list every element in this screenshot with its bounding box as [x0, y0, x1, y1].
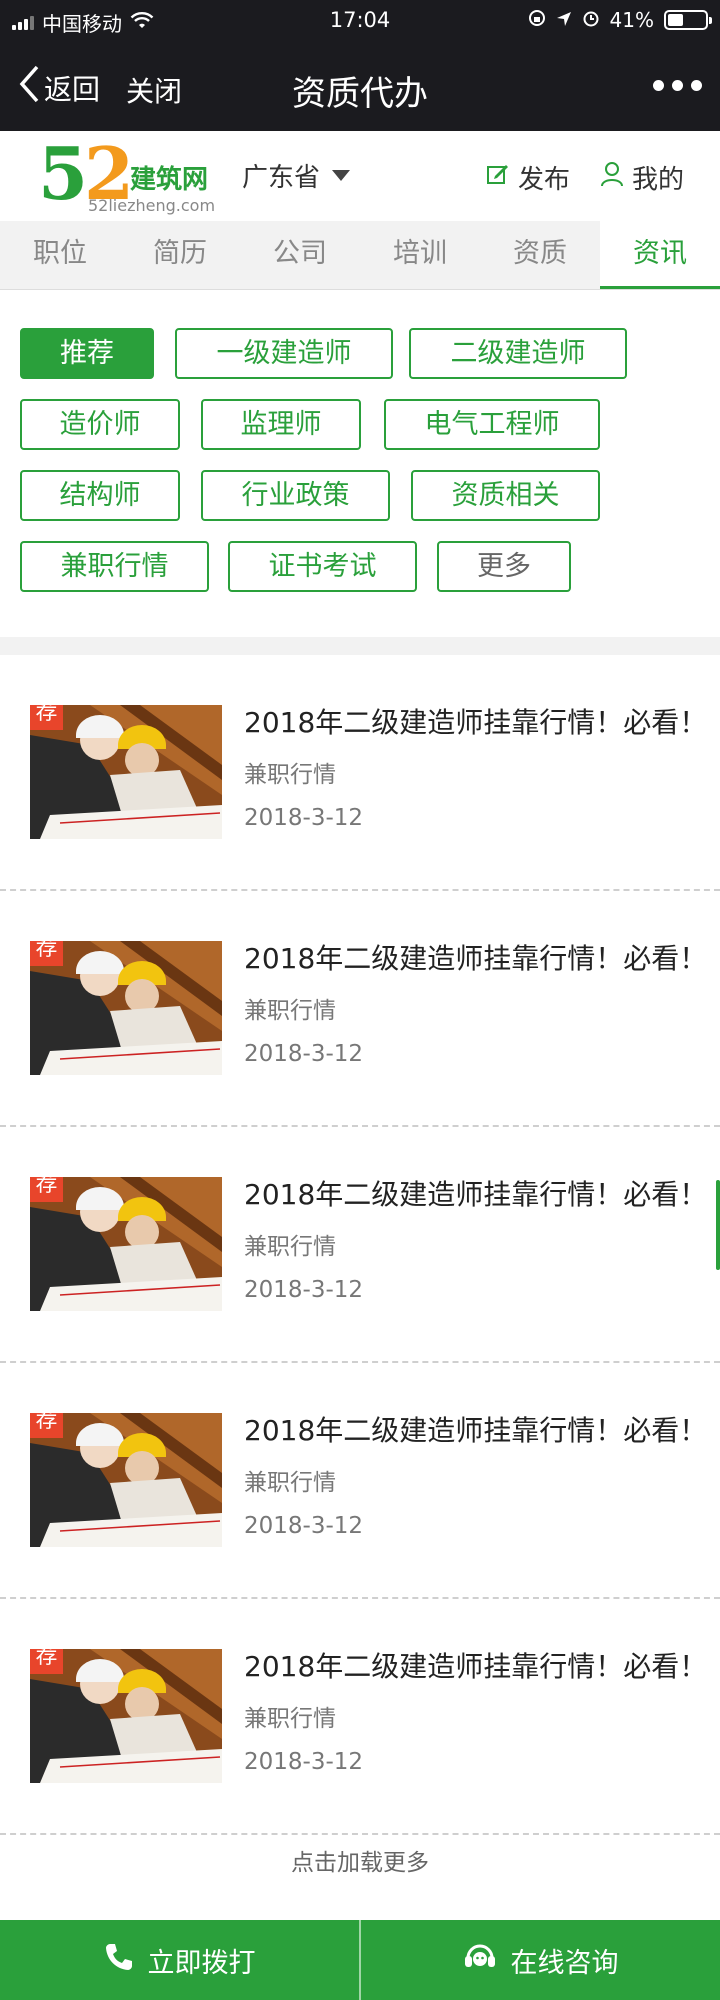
- publish-button[interactable]: 发布: [486, 159, 570, 196]
- tag-filter-panel: 推荐 一级建造师 二级建造师 造价师 监理师 电气工程师 结构师 行业政策 资质…: [0, 290, 720, 637]
- call-now-button[interactable]: 立即拨打: [0, 1920, 359, 2000]
- article-list: 荐 2018年二级建造师挂靠行情！必看！ 兼职行情 2018-3-12 荐 20…: [0, 655, 720, 1835]
- online-consult-label: 在线咨询: [510, 1947, 619, 1979]
- article-thumbnail: 荐: [30, 705, 222, 839]
- article-thumbnail: 荐: [30, 1177, 222, 1311]
- tag-structural-engineer[interactable]: 结构师: [20, 470, 180, 521]
- article-date: 2018-3-12: [244, 1041, 364, 1067]
- publish-label: 发布: [518, 165, 571, 195]
- article-date: 2018-3-12: [244, 1749, 364, 1775]
- bottom-action-bar: 立即拨打 在线咨询: [0, 1920, 720, 2000]
- recommended-badge: 荐: [30, 941, 63, 966]
- tag-cost-engineer[interactable]: 造价师: [20, 399, 180, 450]
- lock-rotation-icon: [528, 8, 546, 32]
- article-thumbnail: 荐: [30, 941, 222, 1075]
- logo-domain: 52liezheng.com: [88, 196, 216, 215]
- tab-jobs[interactable]: 职位: [0, 221, 120, 289]
- tag-part-time-market[interactable]: 兼职行情: [20, 541, 209, 592]
- status-bar: 中国移动 17:04 41%: [0, 0, 720, 42]
- phone-icon: [104, 1942, 134, 1979]
- section-divider: [0, 637, 720, 655]
- tag-certificate-exam[interactable]: 证书考试: [228, 541, 417, 592]
- tag-second-class-constructor[interactable]: 二级建造师: [409, 328, 627, 379]
- recommended-badge: 荐: [30, 1177, 63, 1202]
- recommended-badge: 荐: [30, 1413, 63, 1438]
- site-header: 5 2 建筑网 52liezheng.com 广东省 发布 我的: [0, 131, 720, 221]
- article-thumbnail: 荐: [30, 1413, 222, 1547]
- tag-first-class-constructor[interactable]: 一级建造师: [175, 328, 393, 379]
- scrollbar[interactable]: [716, 1180, 720, 1270]
- top-bar: 中国移动 17:04 41% 返回 关闭 资质代办: [0, 0, 720, 131]
- article-category: 兼职行情: [244, 1470, 336, 1496]
- article-title: 2018年二级建造师挂靠行情！必看！: [244, 942, 708, 975]
- region-label: 广东省: [242, 163, 321, 193]
- headset-icon: [463, 1942, 497, 1979]
- list-item[interactable]: 荐 2018年二级建造师挂靠行情！必看！ 兼职行情 2018-3-12: [0, 655, 720, 891]
- user-icon: [600, 161, 624, 194]
- region-selector[interactable]: 广东省: [242, 157, 351, 194]
- battery-icon: [664, 10, 712, 30]
- call-now-label: 立即拨打: [147, 1947, 256, 1979]
- alarm-icon: [582, 8, 600, 32]
- caret-down-icon: [332, 170, 351, 181]
- category-tabs: 职位 简历 公司 培训 资质 资讯: [0, 221, 720, 290]
- online-consult-button[interactable]: 在线咨询: [359, 1920, 720, 2000]
- article-category: 兼职行情: [244, 1706, 336, 1732]
- list-item[interactable]: 荐 2018年二级建造师挂靠行情！必看！ 兼职行情 2018-3-12: [0, 891, 720, 1127]
- list-item[interactable]: 荐 2018年二级建造师挂靠行情！必看！ 兼职行情 2018-3-12: [0, 1599, 720, 1835]
- logo-digit-5: 5: [38, 131, 89, 216]
- load-more-button[interactable]: 点击加载更多: [0, 1835, 720, 1895]
- nav-bar: 返回 关闭 资质代办: [0, 50, 720, 126]
- my-account-button[interactable]: 我的: [600, 159, 684, 196]
- list-item[interactable]: 荐 2018年二级建造师挂靠行情！必看！ 兼职行情 2018-3-12: [0, 1363, 720, 1599]
- tab-news[interactable]: 资讯: [600, 221, 720, 289]
- recommended-badge: 荐: [30, 1649, 63, 1674]
- article-category: 兼职行情: [244, 998, 336, 1024]
- tag-industry-policy[interactable]: 行业政策: [201, 470, 390, 521]
- logo-brand: 建筑网: [130, 165, 209, 195]
- article-date: 2018-3-12: [244, 1513, 364, 1539]
- battery-percent: 41%: [609, 8, 654, 32]
- edit-icon: [486, 162, 510, 193]
- recommended-badge: 荐: [30, 705, 63, 730]
- location-icon: [556, 8, 572, 32]
- article-title: 2018年二级建造师挂靠行情！必看！: [244, 1414, 708, 1447]
- mine-label: 我的: [632, 165, 685, 195]
- article-title: 2018年二级建造师挂靠行情！必看！: [244, 1650, 708, 1683]
- article-category: 兼职行情: [244, 762, 336, 788]
- list-item[interactable]: 荐 2018年二级建造师挂靠行情！必看！ 兼职行情 2018-3-12: [0, 1127, 720, 1363]
- tab-training[interactable]: 培训: [360, 221, 480, 289]
- tag-electrical-engineer[interactable]: 电气工程师: [384, 399, 600, 450]
- article-date: 2018-3-12: [244, 805, 364, 831]
- tab-resumes[interactable]: 简历: [120, 221, 240, 289]
- tag-more[interactable]: 更多: [437, 541, 571, 592]
- tab-companies[interactable]: 公司: [240, 221, 360, 289]
- site-logo[interactable]: 5 2 建筑网 52liezheng.com: [38, 131, 218, 217]
- tag-supervisor[interactable]: 监理师: [201, 399, 361, 450]
- more-options-icon[interactable]: [653, 80, 702, 91]
- tag-recommended[interactable]: 推荐: [20, 328, 154, 379]
- article-date: 2018-3-12: [244, 1277, 364, 1303]
- article-category: 兼职行情: [244, 1234, 336, 1260]
- tag-qualification-related[interactable]: 资质相关: [411, 470, 600, 521]
- article-title: 2018年二级建造师挂靠行情！必看！: [244, 1178, 708, 1211]
- page-title: 资质代办: [292, 74, 428, 114]
- article-title: 2018年二级建造师挂靠行情！必看！: [244, 706, 708, 739]
- article-thumbnail: 荐: [30, 1649, 222, 1783]
- tab-qualifications[interactable]: 资质: [480, 221, 600, 289]
